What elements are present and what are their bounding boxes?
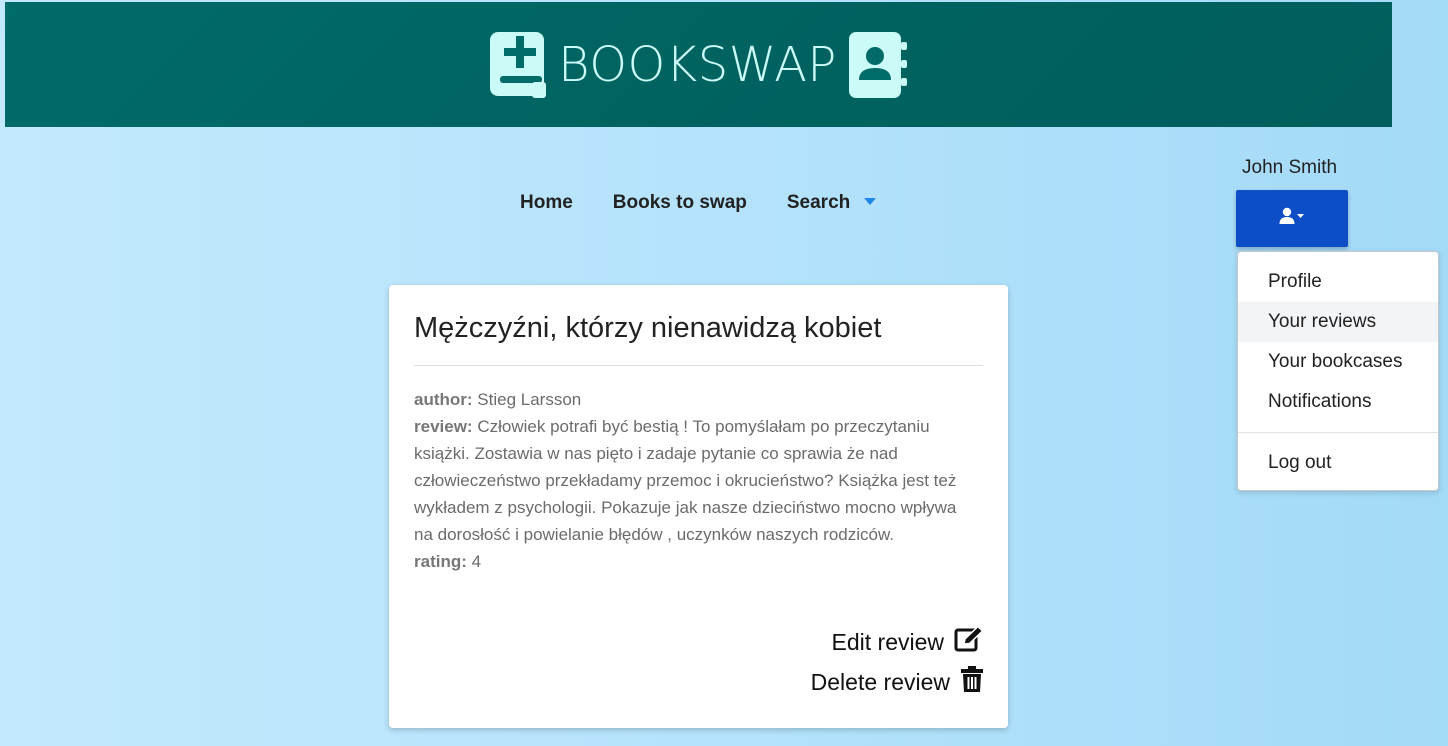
rating-label: rating: (414, 552, 467, 571)
review-line: review: Człowiek potrafi być bestią ! To… (414, 413, 974, 548)
menu-item-log-out[interactable]: Log out (1238, 443, 1438, 483)
nav-search-label: Search (786, 192, 851, 213)
review-label: review: (414, 417, 473, 436)
review-details: author: Stieg Larsson review: Człowiek p… (414, 386, 974, 575)
main-nav: Home Books to swap Search (520, 192, 877, 214)
edit-review-button[interactable]: Edit review (811, 622, 984, 662)
brand-name: BOOKSWAP (558, 36, 837, 93)
user-name: John Smith (1242, 157, 1338, 178)
menu-item-your-reviews[interactable]: Your reviews (1238, 302, 1438, 342)
delete-review-label: Delete review (810, 668, 950, 695)
nav-books-to-swap[interactable]: Books to swap (613, 192, 747, 214)
menu-item-your-bookcases[interactable]: Your bookcases (1238, 342, 1438, 382)
book-title: Mężczyźni, którzy nienawidzą kobiet (414, 312, 983, 366)
review-card: Mężczyźni, którzy nienawidzą kobiet auth… (389, 285, 1008, 728)
header-banner: BOOKSWAP (5, 2, 1392, 127)
review-text: Człowiek potrafi być bestią ! To pomyśla… (414, 417, 957, 544)
user-menu-button[interactable] (1236, 190, 1348, 247)
delete-review-button[interactable]: Delete review (811, 662, 984, 702)
review-actions: Edit review Delete review (811, 622, 984, 702)
book-medical-icon (488, 30, 548, 100)
author-value: Stieg Larsson (477, 390, 582, 409)
menu-item-profile[interactable]: Profile (1238, 262, 1438, 302)
rating-line: rating: 4 (414, 548, 974, 575)
edit-icon (944, 625, 984, 658)
nav-search[interactable]: Search (786, 192, 877, 214)
logo[interactable]: BOOKSWAP (488, 30, 909, 100)
author-line: author: Stieg Larsson (414, 386, 974, 413)
author-label: author: (414, 390, 473, 409)
user-icon (1279, 207, 1305, 230)
edit-review-label: Edit review (831, 628, 944, 655)
chevron-down-icon (864, 197, 877, 205)
rating-value: 4 (471, 552, 482, 571)
user-dropdown-menu: Profile Your reviews Your bookcases Noti… (1237, 251, 1439, 491)
menu-item-notifications[interactable]: Notifications (1238, 382, 1438, 422)
menu-divider (1238, 432, 1438, 433)
address-book-icon (847, 30, 909, 100)
trash-icon (950, 666, 984, 698)
nav-home[interactable]: Home (520, 192, 573, 214)
